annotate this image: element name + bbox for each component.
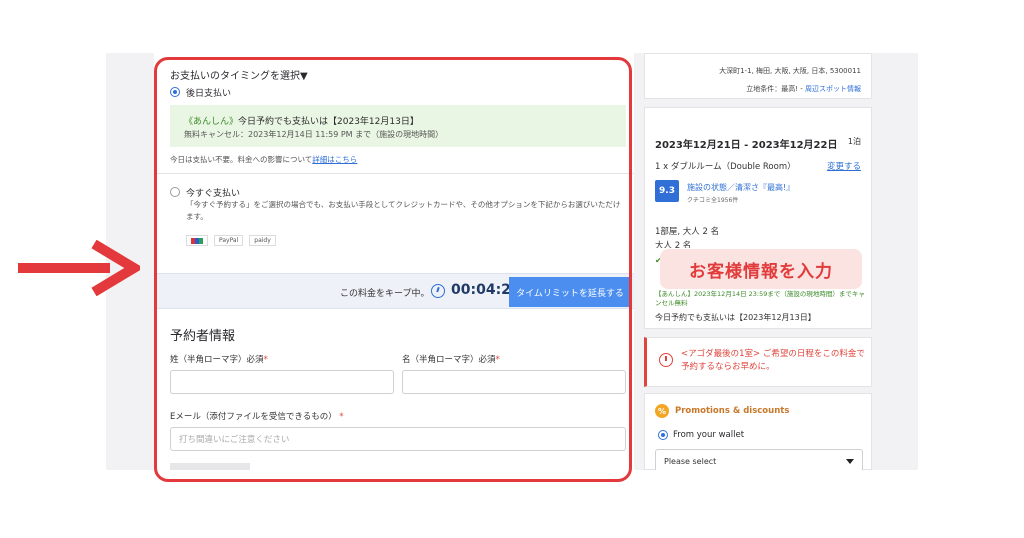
stay-dates: 2023年12月21日 - 2023年12月22日 — [655, 140, 838, 151]
address-card: 大深町1-1, 梅田, 大阪, 大阪, 日本, 5300011 立地条件：最高!… — [644, 53, 872, 99]
review-score-badge: 9.3 — [655, 180, 679, 202]
anshin-cancel-note: 【あんしん】2023年12月14日 23:59まで（施設の現地時間）までキャンセ… — [655, 290, 865, 307]
caption-label: お客様情報を入力 — [660, 249, 862, 289]
hotel-address: 大深町1-1, 梅田, 大阪, 大阪, 日本, 5300011 — [719, 67, 861, 75]
page: お支払いのタイミングを選択▼ 後日支払い 《あんしん》今日予約でも支払いは【20… — [0, 0, 1024, 538]
nearby-spots-link[interactable]: 周辺スポット情報 — [805, 85, 861, 93]
clock-warning-icon — [659, 353, 673, 367]
last-room-warning: <アゴダ最後の1室> ご希望の日程をこの料金で予約するならお早めに。 — [644, 337, 872, 387]
pointer-arrow-icon — [18, 240, 140, 296]
promotions-title: Promotions & discounts — [675, 406, 790, 416]
room-type: 1 x ダブルルーム（Double Room） — [655, 162, 796, 172]
review-count: クチコミ全1956件 — [687, 197, 739, 204]
promo-coin-icon: % — [655, 404, 669, 418]
last-room-warning-text: <アゴダ最後の1室> ご希望の日程をこの料金で予約するならお早めに。 — [681, 349, 865, 372]
wallet-radio[interactable] — [658, 430, 668, 440]
location-line: 立地条件：最高! - 周辺スポット情報 — [746, 84, 861, 94]
location-text: 立地条件：最高! - — [746, 85, 805, 93]
nights-count: 1泊 — [847, 137, 861, 146]
promo-select-value: Please select — [664, 457, 717, 466]
pay-date-note: 今日予約でも支払いは【2023年12月13日】 — [655, 313, 816, 322]
adults-line: 大人 2 名 — [655, 241, 692, 248]
wallet-label[interactable]: From your wallet — [673, 430, 744, 440]
stay-summary-card: 2023年12月21日 - 2023年12月22日 1泊 1 x ダブルルーム（… — [644, 107, 872, 329]
chevron-down-icon — [846, 459, 854, 464]
promotions-card: % Promotions & discounts From your walle… — [644, 393, 872, 470]
highlight-frame — [154, 57, 632, 482]
promo-select[interactable]: Please select — [655, 449, 863, 470]
review-score-text[interactable]: 施設の状態／清潔さ『最高!』 — [687, 182, 794, 193]
rooms-guests: 1部屋, 大人 2 名 — [655, 227, 720, 237]
change-room-link[interactable]: 変更する — [827, 160, 861, 172]
